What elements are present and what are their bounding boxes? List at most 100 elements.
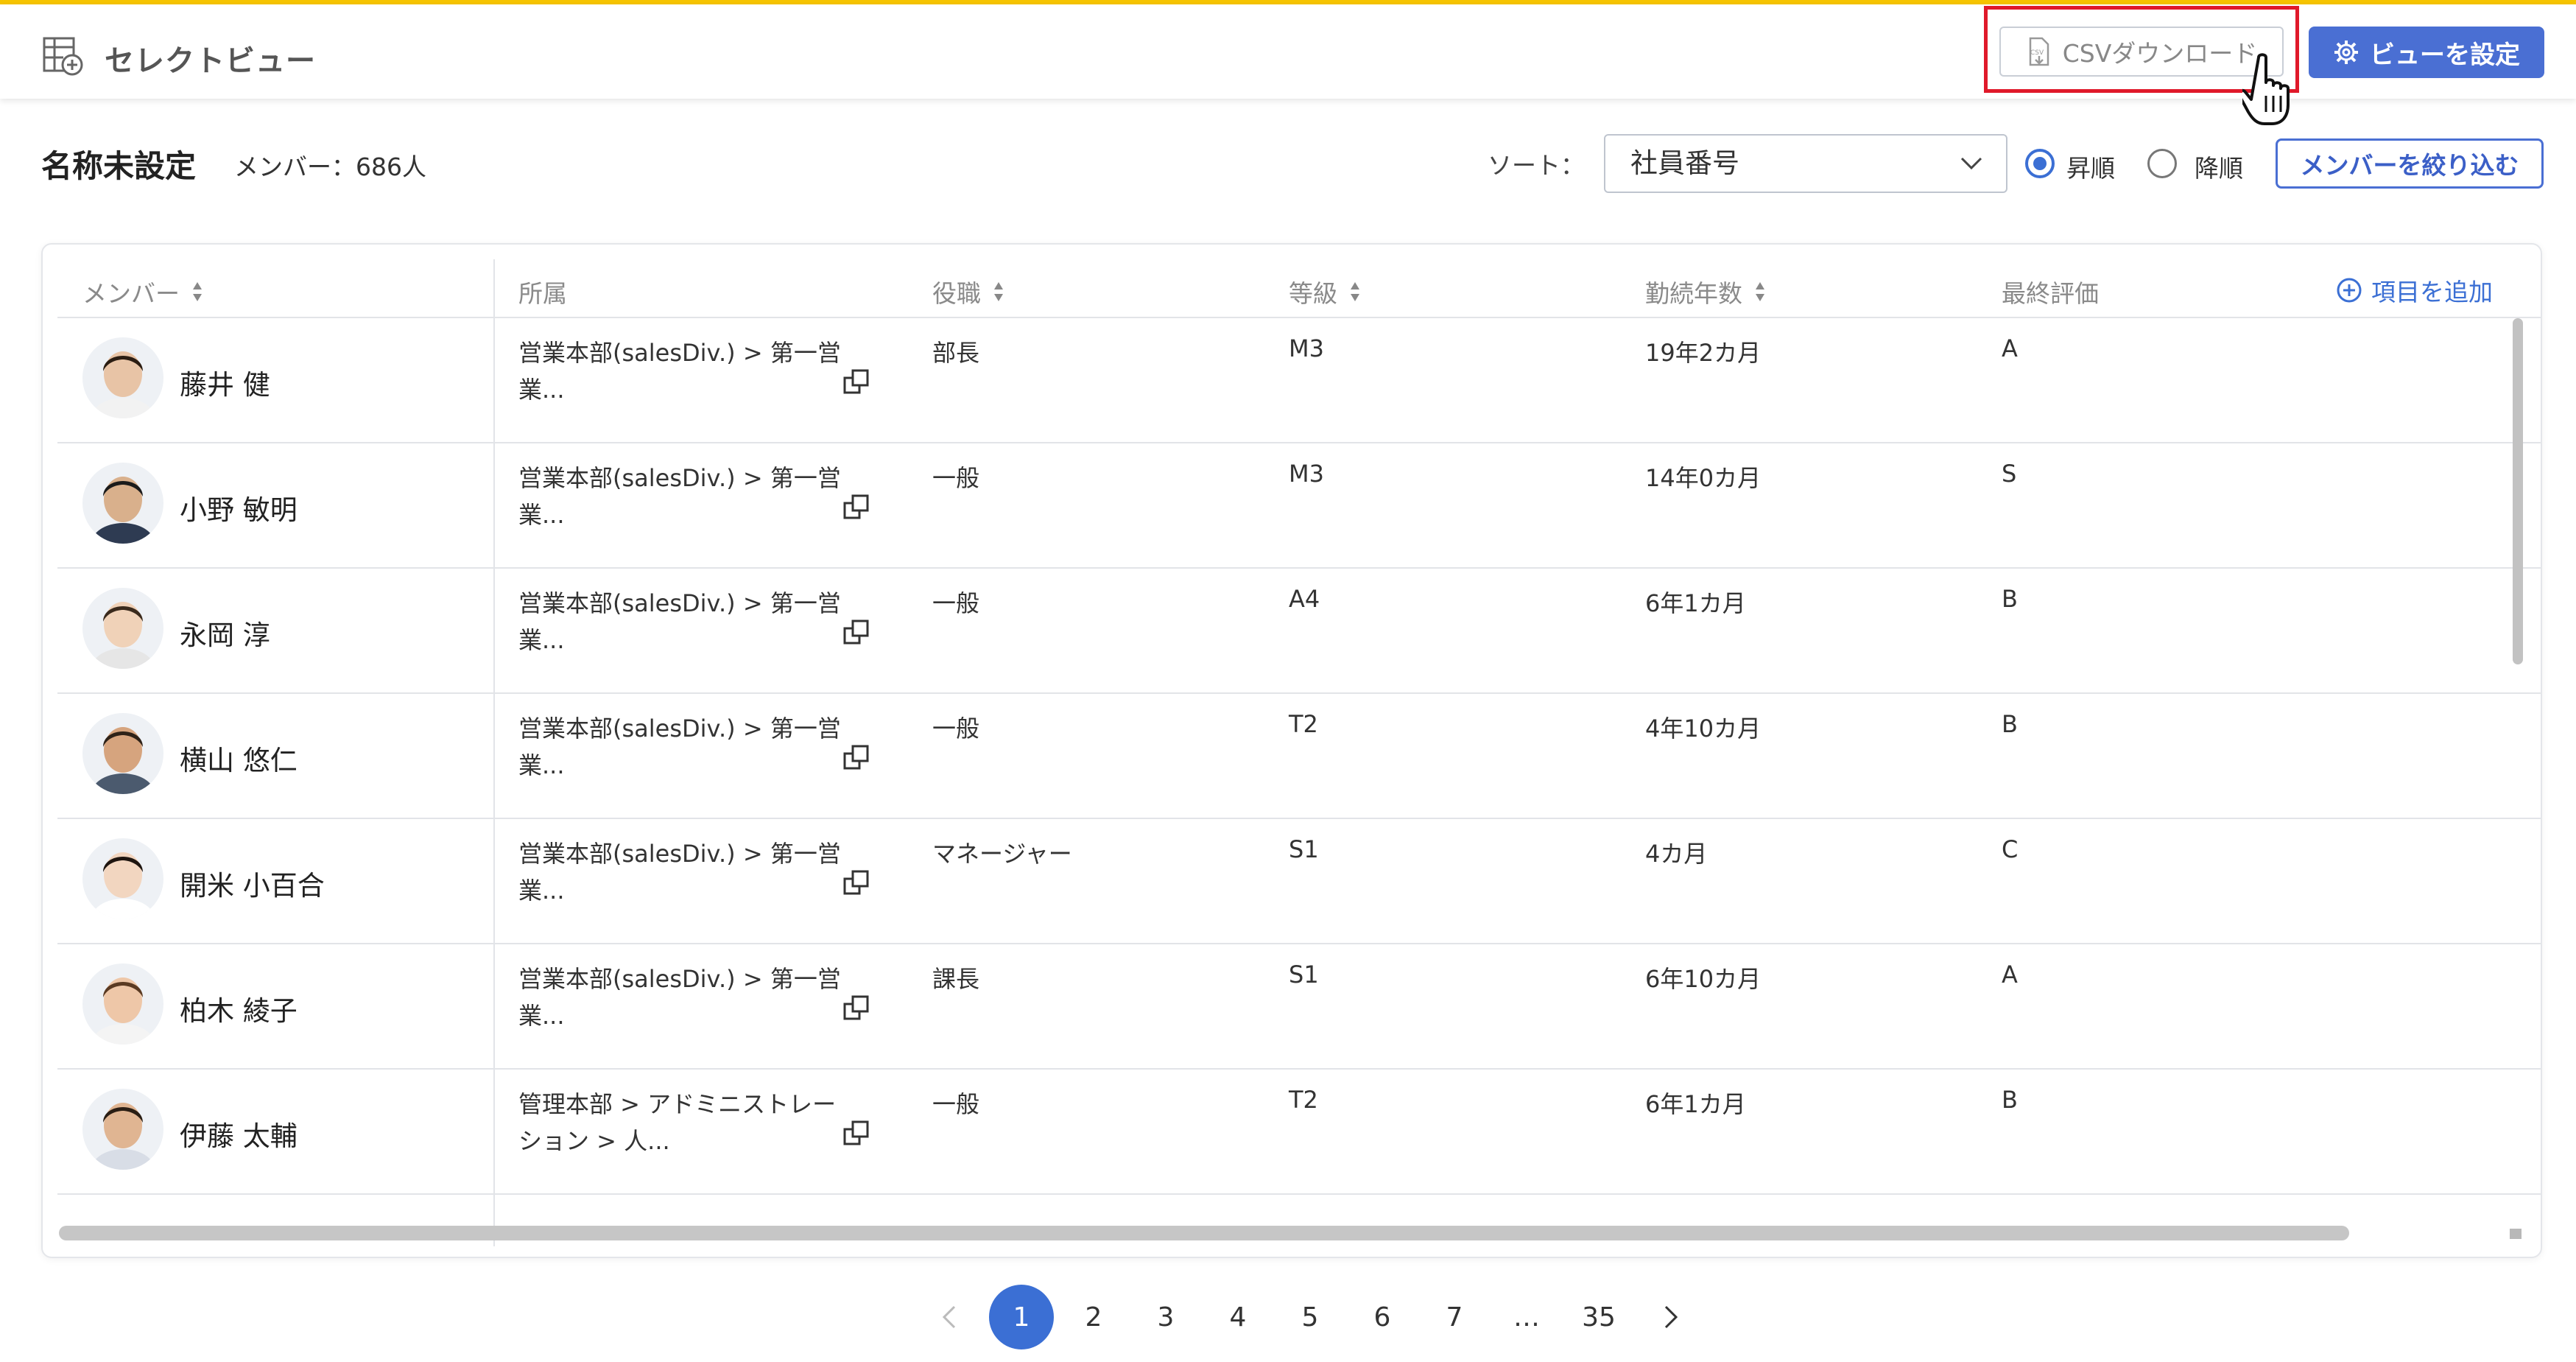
table-row[interactable]: 伊藤 太輔 管理本部 > アドミニストレーション > 人... 一般 T2 6年… <box>57 1070 2541 1195</box>
row-divider <box>57 1193 2541 1195</box>
sort-desc-radio[interactable] <box>2147 149 2177 178</box>
sort-select-value: 社員番号 <box>1630 147 1739 179</box>
grade-cell: M3 <box>1289 334 1324 362</box>
add-column-label: 項目を追加 <box>2371 278 2493 306</box>
position-cell: 一般 <box>932 715 980 743</box>
chevron-left-icon <box>942 1305 956 1329</box>
page-button[interactable]: 5 <box>1274 1284 1346 1350</box>
table-row[interactable]: 横山 悠仁 営業本部(salesDiv.) > 第一営業... 一般 T2 4年… <box>57 694 2541 819</box>
external-link-icon[interactable] <box>842 492 872 522</box>
grade-cell: A4 <box>1289 585 1320 613</box>
avatar <box>82 588 163 669</box>
page-number: 35 <box>1582 1302 1616 1333</box>
view-settings-button[interactable]: ビューを設定 <box>2309 27 2544 78</box>
filter-members-button[interactable]: メンバーを絞り込む <box>2276 138 2544 189</box>
page-button[interactable]: 4 <box>1202 1284 1274 1350</box>
sort-asc-label[interactable]: 昇順 <box>2066 149 2115 184</box>
department: 営業本部(salesDiv.) > 第一営業... <box>518 840 841 905</box>
external-link-icon[interactable] <box>842 617 872 647</box>
page-ellipsis: … <box>1491 1284 1563 1350</box>
page-number: 1 <box>989 1285 1054 1349</box>
table-row[interactable]: 藤井 健 営業本部(salesDiv.) > 第一営業... 部長 M3 19年… <box>57 318 2541 443</box>
csv-download-label: CSVダウンロード <box>2062 39 2258 68</box>
page-number: 2 <box>1085 1302 1102 1333</box>
tenure-cell: 6年1カ月 <box>1645 1090 1746 1118</box>
page-button[interactable]: 7 <box>1418 1284 1491 1350</box>
vertical-scrollbar[interactable] <box>2513 318 2523 664</box>
rating-cell: A <box>2002 334 2018 362</box>
sort-desc-label[interactable]: 降順 <box>2195 149 2243 184</box>
sort-arrows-icon <box>1351 282 1359 301</box>
add-column-button[interactable]: 項目を追加 <box>2336 273 2493 308</box>
grade-cell: M3 <box>1289 460 1324 488</box>
column-header-position[interactable]: 役職 <box>932 274 1004 309</box>
table-add-icon <box>43 37 83 76</box>
prev-page-button[interactable] <box>913 1284 985 1350</box>
page-button[interactable]: 6 <box>1346 1284 1418 1350</box>
member-name[interactable]: 伊藤 太輔 <box>180 1114 298 1154</box>
sort-arrows-icon <box>1756 282 1764 301</box>
avatar <box>82 463 163 544</box>
column-header-grade[interactable]: 等級 <box>1289 274 1361 309</box>
sort-arrows-icon <box>193 282 202 301</box>
horizontal-scrollbar[interactable] <box>59 1226 2349 1240</box>
member-name[interactable]: 永岡 淳 <box>180 613 270 653</box>
rating-cell: B <box>2002 710 2018 738</box>
sort-label: ソート： <box>1488 151 1585 180</box>
scroll-arrow-right[interactable] <box>2510 1229 2522 1239</box>
column-header-member[interactable]: メンバー <box>82 274 203 309</box>
avatar <box>82 1089 163 1170</box>
avatar <box>82 838 163 919</box>
tenure-cell: 4カ月 <box>1645 840 1708 868</box>
page-button[interactable]: 1 <box>985 1284 1058 1350</box>
position-cell: マネージャー <box>932 840 1072 868</box>
page-button[interactable]: 3 <box>1130 1284 1202 1350</box>
position-cell: 一般 <box>932 589 980 617</box>
member-name[interactable]: 小野 敏明 <box>180 488 298 527</box>
department: 管理本部 > アドミニストレーション > 人... <box>518 1090 837 1155</box>
position-cell: 部長 <box>932 339 980 367</box>
external-link-icon[interactable] <box>842 993 872 1022</box>
grade-cell: T2 <box>1289 710 1318 738</box>
external-link-icon[interactable] <box>842 367 872 396</box>
page-button[interactable]: 2 <box>1058 1284 1130 1350</box>
table-row[interactable]: 永岡 淳 営業本部(salesDiv.) > 第一営業... 一般 A4 6年1… <box>57 569 2541 694</box>
table-row[interactable]: 柏木 綾子 営業本部(salesDiv.) > 第一営業... 課長 S1 6年… <box>57 944 2541 1070</box>
sort-arrows-icon <box>994 282 1003 301</box>
position-cell: 一般 <box>932 1090 980 1118</box>
page-number: 7 <box>1446 1302 1463 1333</box>
rating-cell: C <box>2002 835 2019 863</box>
csv-download-button[interactable]: CSV CSVダウンロード <box>1999 27 2284 77</box>
department: 営業本部(salesDiv.) > 第一営業... <box>518 965 841 1030</box>
department: 営業本部(salesDiv.) > 第一営業... <box>518 339 841 404</box>
external-link-icon[interactable] <box>842 868 872 897</box>
pagination: 1 2 3 4 5 6 7 … 35 <box>913 1282 1707 1352</box>
table-row[interactable]: 開米 小百合 営業本部(salesDiv.) > 第一営業... マネージャー … <box>57 819 2541 944</box>
member-name[interactable]: 柏木 綾子 <box>180 989 298 1028</box>
plus-circle-icon <box>2337 278 2362 303</box>
table-row[interactable]: 小野 敏明 営業本部(salesDiv.) > 第一営業... 一般 M3 14… <box>57 443 2541 569</box>
column-header-tenure[interactable]: 勤続年数 <box>1645 274 1766 309</box>
avatar <box>82 963 163 1045</box>
grade-cell: S1 <box>1289 835 1319 863</box>
rating-cell: B <box>2002 585 2018 613</box>
hand-pointer-cursor-icon <box>2242 53 2290 125</box>
sort-asc-radio[interactable] <box>2025 149 2055 178</box>
member-name[interactable]: 藤井 健 <box>180 362 270 402</box>
tenure-cell: 4年10カ月 <box>1645 715 1762 743</box>
rating-cell: B <box>2002 1086 2018 1114</box>
member-name[interactable]: 開米 小百合 <box>180 863 325 903</box>
external-link-icon[interactable] <box>842 1118 872 1148</box>
member-name[interactable]: 横山 悠仁 <box>180 738 298 778</box>
svg-text:CSV: CSV <box>2030 49 2044 57</box>
chevron-right-icon <box>1664 1305 1678 1329</box>
chevron-down-icon <box>1960 157 1982 170</box>
grade-cell: T2 <box>1289 1086 1318 1114</box>
next-page-button[interactable] <box>1635 1284 1707 1350</box>
external-link-icon[interactable] <box>842 743 872 772</box>
tenure-cell: 6年10カ月 <box>1645 965 1762 993</box>
page-button[interactable]: 35 <box>1563 1284 1635 1350</box>
tenure-cell: 19年2カ月 <box>1645 339 1762 367</box>
tenure-cell: 14年0カ月 <box>1645 464 1762 492</box>
sort-select[interactable]: 社員番号 <box>1604 134 2007 193</box>
